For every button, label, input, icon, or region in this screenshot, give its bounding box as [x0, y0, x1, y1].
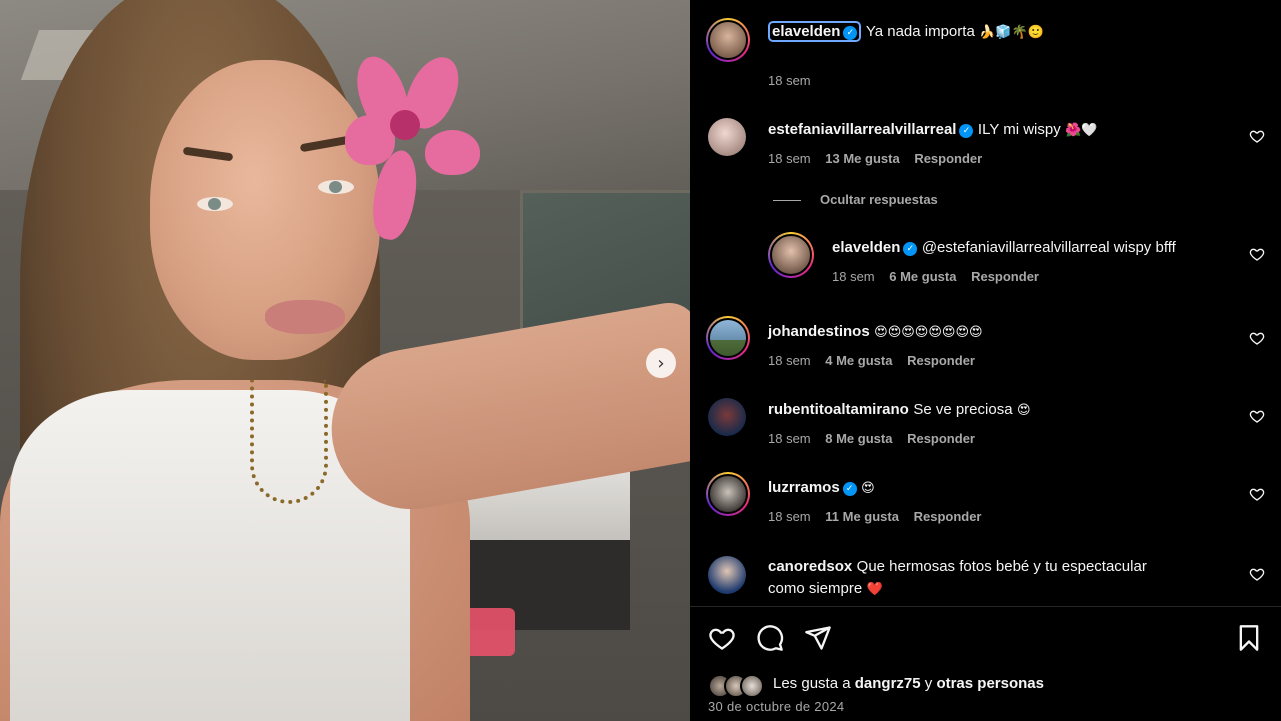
- photo-lips: [265, 300, 345, 334]
- caption-time: 18 sem: [768, 73, 811, 88]
- author-username[interactable]: elavelden ✓: [768, 21, 862, 42]
- likes-prefix: Les gusta a: [773, 675, 851, 692]
- comment-icon[interactable]: [756, 624, 784, 652]
- comment-likes[interactable]: 13 Me gusta: [825, 151, 899, 166]
- reply-author-avatar[interactable]: [768, 232, 814, 278]
- commenter-avatar[interactable]: [706, 316, 750, 360]
- comment-time: 18 sem: [768, 353, 811, 368]
- comment-time: 18 sem: [768, 431, 811, 446]
- comment-item: johandestinos 😍😍😍😍😍😍😍😍 18 sem 4 Me gusta…: [690, 316, 1281, 376]
- reply-text: @estefaniavillarrealvillarreal wispy bff…: [921, 239, 1176, 256]
- comments-panel: elavelden ✓ Ya nada importa 🍌🧊🌴🙂 18 sem e…: [690, 0, 1281, 721]
- heart-icon[interactable]: [1249, 408, 1265, 424]
- reply-button[interactable]: Responder: [907, 353, 975, 368]
- comment-time: 18 sem: [768, 151, 811, 166]
- comment-emojis: 😍: [861, 481, 875, 496]
- commenter-avatar[interactable]: [706, 472, 750, 516]
- heart-icon[interactable]: [1249, 486, 1265, 502]
- comment-likes[interactable]: 8 Me gusta: [825, 431, 892, 446]
- heart-icon[interactable]: [1249, 128, 1265, 144]
- comment-text: ILY mi wispy: [977, 121, 1061, 138]
- comment-item: canoredsox Que hermosas fotos bebé y tu …: [690, 554, 1281, 604]
- post-caption: elavelden ✓ Ya nada importa 🍌🧊🌴🙂 18 sem: [690, 18, 1281, 98]
- caption-emojis: 🍌🧊🌴🙂: [979, 25, 1044, 40]
- heart-icon[interactable]: [1249, 330, 1265, 346]
- reply-time: 18 sem: [832, 269, 875, 284]
- comment-username[interactable]: rubentitoaltamirano: [768, 401, 909, 418]
- reply-button[interactable]: Responder: [971, 269, 1039, 284]
- comment-text-line2: como siempre: [768, 580, 863, 597]
- heart-icon[interactable]: [1249, 566, 1265, 582]
- verified-badge-icon: ✓: [843, 26, 858, 40]
- liker-avatar: [740, 674, 764, 698]
- likes-user[interactable]: dangrz75: [855, 675, 921, 692]
- caption-meta: 18 sem: [768, 73, 822, 88]
- chevron-right-icon: ›: [657, 352, 665, 374]
- hide-replies-label[interactable]: Ocultar respuestas: [820, 192, 938, 207]
- reply-username[interactable]: elavelden: [832, 239, 900, 256]
- comment-meta: 18 sem 4 Me gusta Responder: [768, 353, 986, 368]
- comment-emojis: 😍😍😍😍😍😍😍😍: [874, 325, 983, 340]
- comment-meta: 18 sem 13 Me gusta Responder: [768, 151, 993, 166]
- likes-text: Les gusta a dangrz75 y otras personas: [773, 675, 1044, 692]
- comment-item: luzrramos ✓ 😍 18 sem 11 Me gusta Responde…: [690, 472, 1281, 532]
- reply-button[interactable]: Responder: [914, 509, 982, 524]
- post-date: 30 de octubre de 2024: [708, 699, 845, 714]
- reply-likes[interactable]: 6 Me gusta: [889, 269, 956, 284]
- comment-item: estefaniavillarrealvillarreal ✓ ILY mi wi…: [690, 118, 1281, 178]
- likes-connector: y: [924, 675, 933, 692]
- actions-divider: [690, 606, 1281, 607]
- heart-icon[interactable]: [708, 624, 736, 652]
- post-actions-bar: [690, 624, 1281, 654]
- hide-replies-toggle[interactable]: Ocultar respuestas: [690, 190, 1281, 210]
- comment-meta: 18 sem 11 Me gusta Responder: [768, 509, 993, 524]
- comment-username[interactable]: canoredsox: [768, 558, 852, 575]
- comment-likes[interactable]: 11 Me gusta: [825, 509, 899, 524]
- heart-icon[interactable]: [1249, 246, 1265, 262]
- comment-emojis: 🌺🤍: [1065, 123, 1098, 138]
- send-icon[interactable]: [804, 624, 832, 652]
- comment-emojis: 😍: [1017, 403, 1031, 418]
- bookmark-icon[interactable]: [1235, 624, 1263, 652]
- verified-badge-icon: ✓: [842, 482, 857, 496]
- photo-necklace: [250, 380, 328, 504]
- caption-text: Ya nada importa: [865, 23, 975, 40]
- reply-button[interactable]: Responder: [914, 151, 982, 166]
- reply-item: elavelden ✓ @estefaniavillarrealvillarrea…: [690, 232, 1281, 292]
- comment-emojis: ❤️: [866, 582, 883, 597]
- comment-username[interactable]: johandestinos: [768, 323, 870, 340]
- post-photo[interactable]: ›: [0, 0, 690, 721]
- comment-likes[interactable]: 4 Me gusta: [825, 353, 892, 368]
- verified-badge-icon: ✓: [903, 242, 918, 256]
- commenter-avatar[interactable]: [708, 118, 746, 156]
- comment-time: 18 sem: [768, 509, 811, 524]
- next-photo-button[interactable]: ›: [646, 348, 676, 378]
- comment-username[interactable]: estefaniavillarrealvillarreal: [768, 121, 956, 138]
- replies-divider-line: [773, 200, 801, 201]
- comment-item: rubentitoaltamirano Se ve preciosa 😍 18 …: [690, 398, 1281, 458]
- comment-text-line1: Que hermosas fotos bebé y tu espectacula…: [856, 558, 1147, 575]
- verified-badge-icon: ✓: [959, 124, 974, 138]
- reply-meta: 18 sem 6 Me gusta Responder: [832, 269, 1050, 284]
- likes-others[interactable]: otras personas: [936, 675, 1044, 692]
- comment-text: Se ve preciosa: [913, 401, 1013, 418]
- comment-username[interactable]: luzrramos: [768, 479, 840, 496]
- reply-button[interactable]: Responder: [907, 431, 975, 446]
- commenter-avatar[interactable]: [708, 398, 746, 436]
- author-avatar[interactable]: [706, 18, 750, 62]
- comment-meta: 18 sem 8 Me gusta Responder: [768, 431, 986, 446]
- photo-hibiscus-flower: [345, 49, 480, 243]
- commenter-avatar[interactable]: [708, 556, 746, 594]
- photo-left-eye: [197, 197, 233, 211]
- likes-summary: Les gusta a dangrz75 y otras personas: [708, 672, 1268, 698]
